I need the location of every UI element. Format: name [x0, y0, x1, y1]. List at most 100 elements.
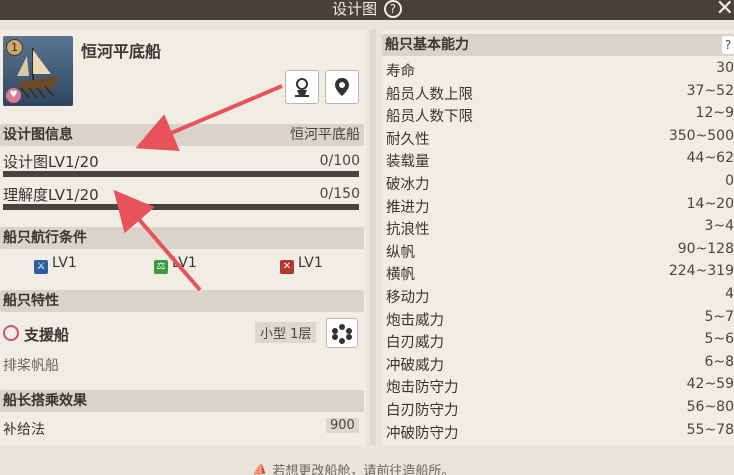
heart-outline-icon: [3, 325, 19, 341]
design-level-label: 设计图LV1/20: [3, 153, 99, 171]
stat-row: 移动力 4: [386, 286, 734, 308]
stat-row: 抗浪性 3~4: [386, 218, 734, 240]
location-button[interactable]: [325, 70, 359, 104]
stat-row: 炮击防守力 42~59: [386, 376, 734, 398]
understanding-value: 0/150: [319, 186, 360, 202]
stat-value: 224~319: [668, 263, 734, 280]
condition-trade: ⚖ LV1: [154, 255, 197, 274]
stat-label: 炮击防守力: [386, 380, 459, 397]
ship-stats-title: 船只基本能力: [385, 37, 469, 53]
stat-row: 纵帆 90~128: [386, 241, 734, 263]
stat-row: 船员人数上限 37~52: [386, 83, 734, 105]
stat-label: 纵帆: [386, 244, 415, 261]
stat-label: 寿命: [386, 64, 415, 80]
stat-value: 14~20: [686, 195, 734, 212]
stat-value: 90~128: [677, 240, 734, 257]
ship-name: 恒河平底船: [81, 42, 162, 61]
condition-adventure: ✕ LV1: [280, 255, 323, 274]
stat-value: 56~80: [686, 399, 734, 415]
ship-stats-header: 船只基本能力 ?: [382, 34, 734, 56]
stat-row: 破冰力 0: [386, 173, 734, 195]
sailing-conditions-header: 船只航行条件: [0, 227, 364, 249]
trait-type: 排桨帆船: [3, 358, 59, 374]
helm-icon: [295, 78, 309, 97]
trait-detail-button[interactable]: [326, 318, 358, 348]
stat-row: 横帆 224~319: [386, 263, 734, 285]
stat-label: 炮击威力: [386, 312, 444, 329]
trait-name: 支援船: [24, 326, 70, 344]
ship-traits-title: 船只特性: [3, 293, 59, 309]
stat-label: 抗浪性: [386, 222, 430, 239]
footer-hint: ⛵ 若想更改船舱，请前往造船所。: [252, 460, 454, 475]
trait-size-badge: 小型 1层: [255, 322, 317, 343]
help-icon[interactable]: ?: [383, 0, 402, 18]
stat-label: 白刃威力: [386, 335, 444, 352]
stat-value: 5~6: [704, 331, 734, 348]
stat-label: 冲破威力: [386, 357, 444, 374]
stat-label: 耐久性: [386, 131, 430, 148]
understanding-label: 理解度LV1/20: [3, 186, 99, 204]
stat-value: 350~500: [668, 127, 734, 144]
ship-icon: ⛵: [252, 464, 269, 475]
close-icon[interactable]: ✕: [716, 0, 734, 21]
window-title-text: 设计图: [332, 0, 378, 18]
stat-value: 6~8: [704, 353, 734, 370]
blueprint-info-title: 设计图信息: [3, 127, 73, 143]
captain-effect-label: 补给法: [3, 422, 45, 438]
stat-value: 42~59: [686, 376, 734, 393]
stat-label: 横帆: [386, 267, 415, 284]
stat-value: 3~4: [704, 218, 734, 235]
ship-traits-header: 船只特性: [0, 290, 364, 312]
crossed-swords-icon: ✕: [280, 260, 294, 274]
condition-combat: ⚔ LV1: [34, 255, 77, 274]
stat-row: 白刃防守力 56~80: [386, 399, 734, 421]
understanding-bar: [3, 204, 359, 210]
sword-icon: ⚔: [34, 260, 48, 274]
stat-row: 推进力 14~20: [386, 196, 734, 218]
flower-gear-icon: [332, 324, 352, 344]
stat-label: 船员人数下限: [386, 109, 473, 126]
footer-hint-text: 若想更改船舱，请前往造船所。: [272, 464, 455, 475]
sailing-conditions-title: 船只航行条件: [3, 230, 87, 246]
stat-value: 44~62: [686, 150, 734, 167]
design-level-value: 0/100: [319, 153, 360, 169]
stat-value: 4: [725, 286, 734, 302]
stat-row: 船员人数下限 12~9: [386, 105, 734, 127]
stat-row: 冲破威力 6~8: [386, 354, 734, 376]
design-level-bar: [3, 171, 359, 177]
stat-value: 12~9: [695, 105, 734, 122]
stat-label: 推进力: [386, 199, 430, 216]
stat-row: 寿命 30: [386, 60, 734, 82]
stat-row: 耐久性 350~500: [386, 128, 734, 150]
stat-label: 装载量: [386, 154, 430, 171]
stat-value: 30: [716, 60, 734, 76]
stat-label: 白刃防守力: [386, 403, 459, 419]
captain-effect-title: 船长搭乘效果: [3, 393, 87, 409]
captain-effect-header: 船长搭乘效果: [0, 390, 364, 412]
condition-trade-level: LV1: [172, 255, 197, 271]
stat-label: 破冰力: [386, 177, 430, 193]
panel-divider: [370, 30, 376, 445]
stat-label: 船员人数上限: [386, 86, 473, 103]
window-title: 设计图 ?: [0, 0, 734, 18]
ship-level-badge: 1: [6, 39, 23, 56]
heart-icon: ♥: [6, 88, 21, 103]
stat-row: 白刃威力 5~6: [386, 331, 734, 353]
stat-row: 装载量 44~62: [386, 150, 734, 172]
ship-thumbnail: 1 ♥: [3, 36, 73, 106]
blueprint-ship-name: 恒河平底船: [290, 127, 360, 143]
condition-adventure-level: LV1: [298, 255, 323, 271]
stat-row: 冲破防守力 55~78: [386, 422, 734, 444]
stat-value: 0: [725, 173, 734, 189]
captain-effect-value: 900: [326, 418, 359, 433]
stat-value: 37~52: [686, 82, 734, 99]
stat-row: 炮击威力 5~7: [386, 309, 734, 331]
title-bar: 设计图 ? ✕: [0, 0, 734, 21]
customize-button[interactable]: [285, 70, 319, 104]
blueprint-info-header: 设计图信息 恒河平底船: [0, 124, 364, 146]
stat-label: 移动力: [386, 290, 430, 306]
stats-help-icon[interactable]: ?: [722, 36, 734, 54]
condition-combat-level: LV1: [52, 255, 77, 271]
scale-icon: ⚖: [154, 260, 168, 274]
stat-value: 5~7: [704, 308, 734, 325]
